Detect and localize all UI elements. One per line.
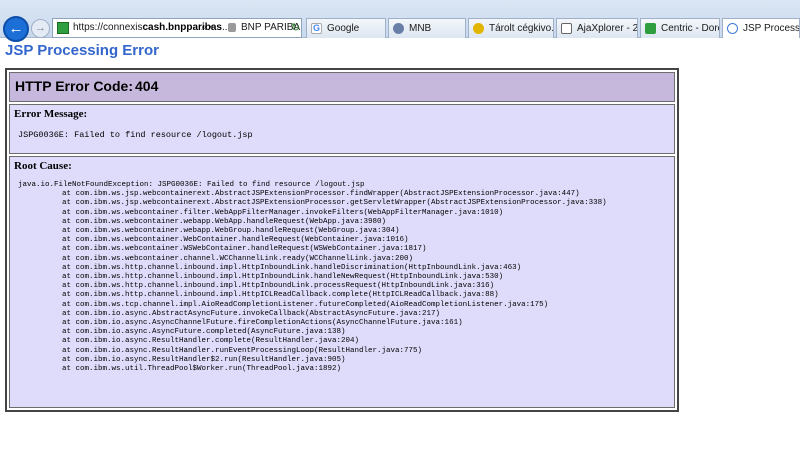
stack-trace-line: at com.ibm.ws.http.channel.inbound.impl.… [62, 263, 522, 272]
stack-trace-line: at com.ibm.io.async.AsyncFuture.complete… [62, 328, 346, 337]
tab-label: AjaXplorer - 2018 [577, 23, 638, 34]
stack-trace-line: at com.ibm.ws.http.channel.inbound.impl.… [62, 273, 504, 282]
back-arrow-icon[interactable]: ← [3, 16, 29, 42]
page-title: JSP Processing Error [5, 42, 159, 59]
tab-google[interactable]: G Google [306, 18, 386, 38]
error-code-label: HTTP Error Code: [15, 78, 133, 94]
ie-icon [727, 23, 738, 34]
tab-centric[interactable]: Centric - Dorot... [640, 18, 720, 38]
stack-trace-line: at com.ibm.ws.webcontainer.webapp.WebApp… [62, 217, 387, 226]
page-icon [561, 23, 572, 34]
tab-jsp-processing[interactable]: JSP Processi... [722, 18, 800, 38]
stack-trace-line: at com.ibm.ws.webcontainer.filter.WebApp… [62, 208, 504, 217]
stack-trace-line: at com.ibm.ws.http.channel.inbound.impl.… [62, 282, 495, 291]
error-code-value: 404 [135, 78, 159, 94]
tarolt-icon [473, 23, 484, 34]
error-message-box: Error Message: JSPG0036E: Failed to find… [9, 104, 675, 154]
centric-icon [645, 23, 656, 34]
lock-icon[interactable] [228, 23, 236, 32]
google-icon: G [311, 23, 322, 34]
stack-trace-line: at com.ibm.ws.util.ThreadPool$Worker.run… [62, 365, 342, 374]
stack-trace-line: at com.ibm.io.async.ResultHandler.comple… [62, 337, 360, 346]
mnb-icon [393, 23, 404, 34]
tab-label: JSP Processi... [743, 23, 800, 34]
tab-tarolt[interactable]: Tárolt cégkivo... [468, 18, 554, 38]
stack-trace-line: at com.ibm.ws.jsp.webcontainerext.Abstra… [62, 199, 607, 208]
stack-trace-line: at com.ibm.ws.webcontainer.WebContainer.… [62, 236, 409, 245]
stack-trace-line: at com.ibm.io.async.ResultHandler$2.run(… [62, 355, 346, 364]
stack-trace-line: at com.ibm.ws.webcontainer.webapp.WebGro… [62, 227, 400, 236]
tab-label: Centric - Dorot... [661, 23, 719, 34]
error-message-heading: Error Message: [14, 108, 88, 120]
site-favicon-icon [57, 22, 69, 34]
stack-trace-line: at com.ibm.ws.http.channel.inbound.impl.… [62, 291, 499, 300]
forward-arrow-icon[interactable]: → [31, 19, 50, 38]
address-bar[interactable]: https://connexiscash.bnpparibas... ⌕ ▾ B… [52, 18, 302, 38]
tab-label: Google [327, 23, 360, 34]
stack-trace: java.io.FileNotFoundException: JSPG0036E… [18, 181, 607, 374]
stack-trace-line: at com.ibm.ws.webcontainer.channel.WCCha… [62, 254, 414, 263]
stack-trace-line: at com.ibm.ws.tcp.channel.impl.AioReadCo… [62, 300, 549, 309]
stack-trace-line: at com.ibm.io.async.AsyncChannelFuture.f… [62, 319, 463, 328]
browser-toolbar: ← → https://connexiscash.bnpparibas... ⌕… [0, 0, 800, 42]
error-panel: HTTP Error Code: 404 Error Message: JSPG… [5, 68, 679, 412]
tab-mnb[interactable]: MNB [388, 18, 466, 38]
error-message-text: JSPG0036E: Failed to find resource /logo… [18, 130, 253, 140]
stack-trace-line: at com.ibm.ws.webcontainer.WSWebContaine… [62, 245, 427, 254]
tab-ajaxplorer[interactable]: AjaXplorer - 2018 [556, 18, 638, 38]
tab-label: MNB [409, 23, 432, 34]
search-dropdown-icon[interactable]: ⌕ ▾ [201, 19, 214, 37]
root-cause-box: Root Cause: java.io.FileNotFoundExceptio… [9, 156, 675, 408]
stack-trace-line: at com.ibm.io.async.ResultHandler.runEve… [62, 346, 423, 355]
stack-trace-line: java.io.FileNotFoundException: JSPG0036E… [18, 181, 365, 189]
refresh-icon[interactable]: ↻ [291, 19, 300, 37]
stack-trace-line: at com.ibm.io.async.AbstractAsyncFuture.… [62, 309, 441, 318]
root-cause-heading: Root Cause: [14, 160, 72, 172]
error-code-box: HTTP Error Code: 404 [9, 72, 675, 102]
tab-label: Tárolt cégkivo... [489, 23, 554, 34]
stack-trace-line: at com.ibm.ws.jsp.webcontainerext.Abstra… [62, 190, 580, 199]
